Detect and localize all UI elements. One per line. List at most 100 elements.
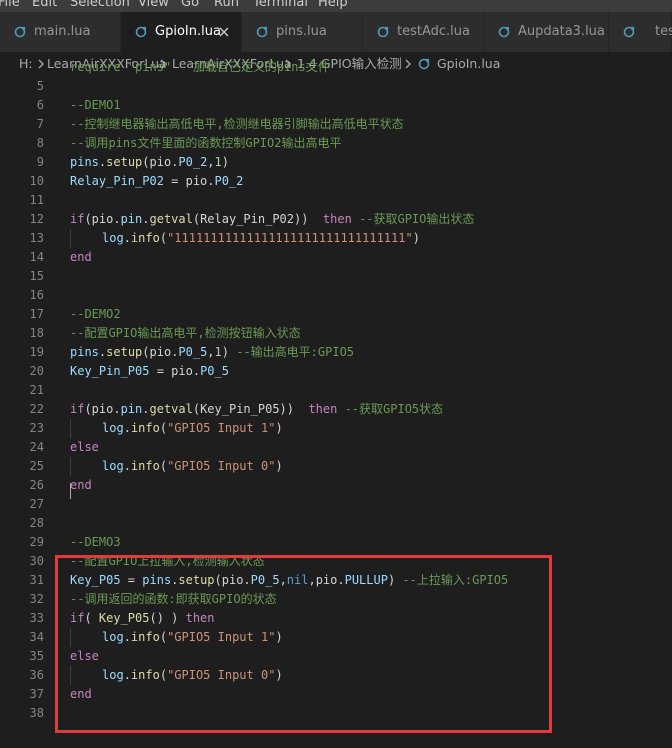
vscode-window: File Edit Selection View Go Run Terminal… (0, 0, 672, 748)
code-token: --调用pins文件里面的函数控制GPIO2输出高电平 (70, 136, 342, 150)
code-line[interactable]: 20 Key_Pin_P05 = pio.P0_5 (0, 362, 672, 381)
code-line[interactable]: require "pins" --加载自己定义的pins文件 (0, 58, 672, 77)
code-token: pins (70, 345, 99, 359)
line-number: 6 (36, 98, 44, 112)
line-number: 9 (36, 155, 44, 169)
tab-label: testAdc.lua (397, 24, 470, 39)
line-number: 31 (29, 573, 44, 587)
code-token: log (102, 459, 124, 473)
code-line[interactable]: 24 else (0, 438, 672, 457)
code-line[interactable]: 17 --DEMO2 (0, 305, 672, 324)
code-token: setup (106, 155, 143, 169)
code-token: . (142, 212, 150, 226)
line-number: 14 (29, 250, 44, 264)
tab-label: tes (655, 24, 672, 39)
tab-pins-lua[interactable]: pins.lua (242, 12, 363, 52)
lua-file-icon (135, 26, 147, 38)
text-cursor (70, 483, 71, 499)
code-line[interactable]: 28 (0, 514, 672, 533)
menu-file[interactable]: File (0, 0, 20, 12)
code-token: end (70, 478, 92, 492)
code-line[interactable]: 13 log.info("1111111111111111111111111111… (0, 229, 672, 248)
line-number: 28 (29, 516, 44, 530)
code-token: info (130, 231, 160, 245)
code-token: ) (275, 421, 283, 435)
code-token: (Key_Pin_P05)) (192, 402, 309, 416)
code-line[interactable]: 8 --调用pins文件里面的函数控制GPIO2输出高电平 (0, 134, 672, 153)
line-number: 37 (29, 687, 44, 701)
code-line[interactable]: 15 (0, 267, 672, 286)
code-line[interactable]: 26 end (0, 476, 672, 495)
code-token: log (102, 421, 124, 435)
code-line[interactable]: 27 (0, 495, 672, 514)
line-number: 22 (29, 402, 44, 416)
tab-aupdata3-lua[interactable]: Aupdata3.lua (484, 12, 609, 52)
tab-gpioin-lua[interactable]: GpioIn.lua (121, 12, 242, 52)
code-line[interactable]: 29 --DEMO3 (0, 533, 672, 552)
code-line[interactable]: 19 pins.setup(pio.P0_5,1) --输出高电平:GPIO5 (0, 343, 672, 362)
code-token: Key_Pin_P05 (70, 364, 150, 378)
code-token: --DEMO3 (70, 535, 121, 549)
line-number: 7 (36, 117, 44, 131)
code-token: --获取GPIO5状态 (337, 402, 444, 416)
code-text: log.info("GPIO5 Input 1") (102, 419, 283, 438)
code-line[interactable]: 21 (0, 381, 672, 400)
menu-help[interactable]: Help (318, 0, 348, 12)
menu-edit[interactable]: Edit (32, 0, 57, 12)
tab-tes[interactable]: tes (609, 12, 672, 52)
code-line[interactable]: 23 log.info("GPIO5 Input 1") (0, 419, 672, 438)
menu-selection[interactable]: Selection (70, 0, 130, 12)
code-token: . (123, 459, 131, 473)
code-token: (pio. (84, 402, 121, 416)
close-icon[interactable] (217, 25, 231, 39)
menu-run[interactable]: Run (214, 0, 239, 12)
code-line[interactable]: 25 log.info("GPIO5 Input 0") (0, 457, 672, 476)
code-token: pin (120, 402, 143, 416)
line-number: 35 (29, 649, 44, 663)
code-token: pin (120, 212, 143, 226)
code-line[interactable]: 7 --控制继电器输出高低电平,检测继电器引脚输出高低电平状态 (0, 115, 672, 134)
line-number: 29 (29, 535, 44, 549)
code-line[interactable]: 14 end (0, 248, 672, 267)
line-number: 27 (29, 497, 44, 511)
indent-guide (70, 229, 71, 248)
code-line[interactable]: 16 (0, 286, 672, 305)
code-line[interactable]: 12 if(pio.pin.getval(Relay_Pin_P02)) then… (0, 210, 672, 229)
code-line[interactable]: 6 --DEMO1 (0, 96, 672, 115)
code-line[interactable]: 22 if(pio.pin.getval(Key_Pin_P05)) then -… (0, 400, 672, 419)
code-text: --配置GPIO输出高电平,检测按钮输入状态 (70, 324, 301, 343)
code-line[interactable]: 11 (0, 191, 672, 210)
line-number: 12 (29, 212, 44, 226)
code-line[interactable]: 18 --配置GPIO输出高电平,检测按钮输入状态 (0, 324, 672, 343)
line-number: 36 (29, 668, 44, 682)
code-token: log (102, 231, 124, 245)
code-token: P0_5 (178, 345, 208, 359)
tab-testadc-lua[interactable]: testAdc.lua (363, 12, 484, 52)
lua-file-icon (623, 26, 635, 38)
code-token: P0_2 (178, 155, 208, 169)
code-token: (pio. (142, 345, 179, 359)
tab-label: GpioIn.lua (155, 24, 221, 39)
code-line[interactable]: 10 Relay_Pin_P02 = pio.P0_2 (0, 172, 672, 191)
line-number: 23 (29, 421, 44, 435)
menu-go[interactable]: Go (181, 0, 199, 12)
tab-label: Aupdata3.lua (518, 24, 605, 39)
code-token: Relay_Pin_P02 (70, 174, 164, 188)
menu-view[interactable]: View (138, 0, 169, 12)
code-token: --获取GPIO输出状态 (351, 212, 475, 226)
code-line[interactable]: 9 pins.setup(pio.P0_2,1) (0, 153, 672, 172)
code-token: 1 (214, 155, 222, 169)
code-text: --调用pins文件里面的函数控制GPIO2输出高电平 (70, 134, 341, 153)
line-number: 24 (29, 440, 44, 454)
lua-file-icon (498, 26, 510, 38)
code-line[interactable]: 5 (0, 77, 672, 96)
menu-bar: File Edit Selection View Go Run Terminal… (0, 0, 672, 12)
tab-main-lua[interactable]: main.lua (0, 12, 121, 52)
code-token: info (130, 459, 160, 473)
line-number: 13 (29, 231, 44, 245)
line-number: 15 (29, 269, 44, 283)
line-number: 30 (29, 554, 44, 568)
code-token: --控制继电器输出高低电平,检测继电器引脚输出高低电平状态 (70, 117, 404, 131)
menu-terminal[interactable]: Terminal (253, 0, 308, 12)
code-token: (Relay_Pin_P02)) (192, 212, 323, 226)
